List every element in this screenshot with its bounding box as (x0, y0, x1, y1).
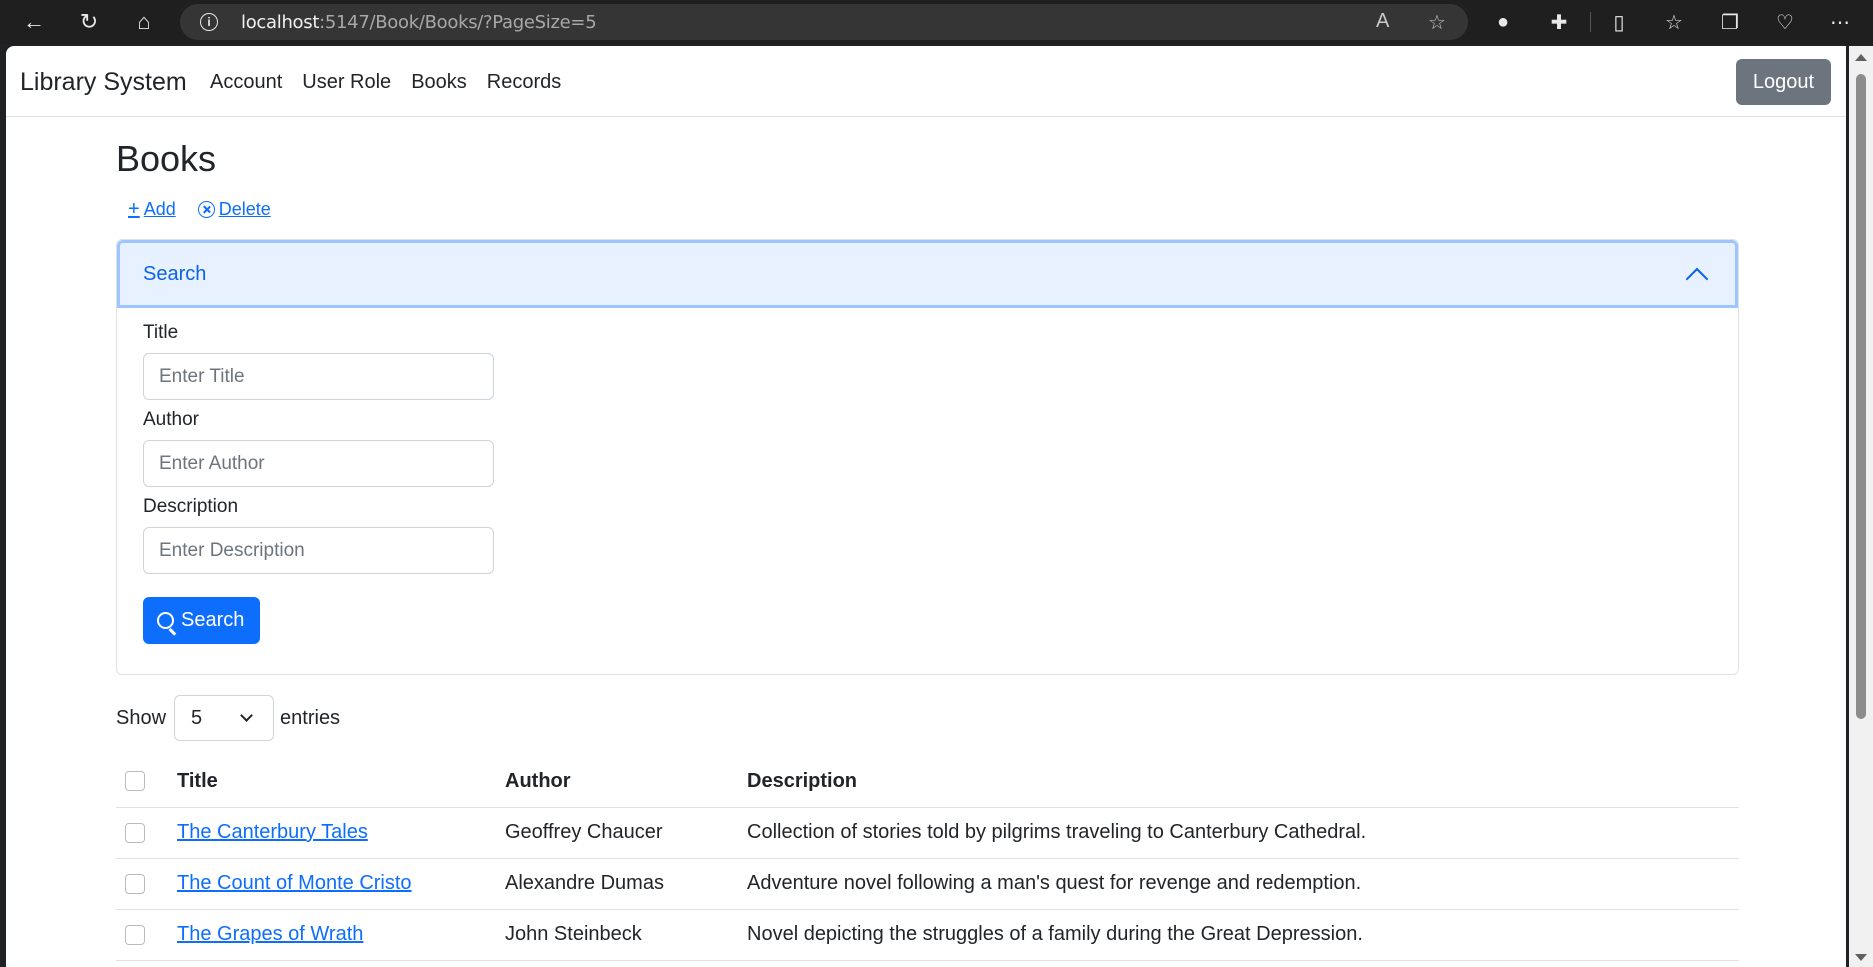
page-scrollbar[interactable] (1849, 46, 1873, 967)
browser-toolbar: ← ↻ ⌂ i localhost:5147/Book/Books/?PageS… (0, 0, 1873, 44)
chevron-down-icon (240, 709, 253, 722)
book-description: Adventure novel following a man's quest … (747, 858, 1739, 910)
header-description: Description (747, 756, 1739, 808)
search-icon (157, 612, 174, 629)
title-input[interactable] (143, 353, 494, 400)
book-author: John Steinbeck (505, 909, 747, 961)
nav-records[interactable]: Records (487, 71, 561, 94)
profile-extension-icon[interactable]: ● (1487, 6, 1519, 38)
nav-account[interactable]: Account (210, 71, 282, 94)
table-header-row: Title Author Description (116, 756, 1739, 808)
url-text[interactable]: localhost:5147/Book/Books/?PageSize=5 (241, 12, 597, 33)
split-screen-icon[interactable]: ▯ (1603, 6, 1635, 38)
delete-link[interactable]: Delete (197, 199, 271, 220)
scroll-down-arrow-icon[interactable] (1855, 954, 1867, 961)
search-button[interactable]: Search (143, 597, 260, 644)
brand-link[interactable]: Library System (20, 68, 187, 97)
search-accordion-title: Search (143, 263, 207, 285)
toolbar-divider (1590, 12, 1591, 32)
scroll-up-arrow-icon[interactable] (1855, 54, 1867, 61)
description-label: Description (143, 496, 239, 517)
description-input[interactable] (143, 527, 494, 574)
back-icon[interactable]: ← (18, 6, 50, 38)
row-checkbox[interactable] (125, 822, 145, 843)
book-description: Collection of stories told by pilgrims t… (747, 807, 1739, 859)
read-aloud-icon[interactable]: A (1376, 10, 1389, 33)
row-checkbox[interactable] (125, 924, 145, 945)
table-row: The Grapes of Wrath John Steinbeck Novel… (116, 909, 1739, 961)
row-checkbox[interactable] (125, 873, 145, 894)
entries-label: entries (280, 706, 341, 729)
page-size-value: 5 (191, 706, 203, 729)
top-navbar: Library System Account User Role Books R… (6, 46, 1846, 117)
page-size-select[interactable]: 5 (174, 695, 275, 741)
home-icon[interactable]: ⌂ (128, 6, 160, 38)
collections-icon[interactable]: ❐ (1714, 6, 1746, 38)
show-label: Show (116, 706, 167, 729)
extensions-icon[interactable]: ✚ (1543, 6, 1575, 38)
table-row: The Canterbury Tales Geoffrey Chaucer Co… (116, 807, 1739, 859)
scrollbar-thumb[interactable] (1856, 74, 1866, 719)
logout-button[interactable]: Logout (1736, 59, 1831, 105)
page-size-control: Show 5 entries (116, 695, 340, 741)
nav-books[interactable]: Books (411, 71, 467, 94)
address-bar[interactable]: i localhost:5147/Book/Books/?PageSize=5 … (180, 4, 1468, 40)
header-title: Title (177, 756, 505, 808)
x-circle-icon (197, 201, 215, 218)
nav-links: Account User Role Books Records (210, 71, 581, 94)
plus-icon: + (128, 198, 140, 220)
author-label: Author (143, 409, 199, 430)
book-title-link[interactable]: The Grapes of Wrath (177, 923, 363, 945)
site-info-icon[interactable]: i (200, 13, 218, 31)
book-description: Novel depicting the struggles of a famil… (747, 909, 1739, 961)
more-menu-icon[interactable]: ⋯ (1824, 6, 1856, 38)
search-accordion: Search Title Author Description Search (116, 239, 1739, 675)
nav-user-role[interactable]: User Role (302, 71, 391, 94)
table-row: The Count of Monte Cristo Alexandre Duma… (116, 858, 1739, 910)
book-author: Geoffrey Chaucer (505, 807, 747, 859)
favorite-star-icon[interactable]: ☆ (1428, 10, 1446, 35)
book-title-link[interactable]: The Count of Monte Cristo (177, 872, 412, 894)
chevron-up-icon (1685, 267, 1709, 291)
book-title-link[interactable]: The Canterbury Tales (177, 821, 368, 843)
title-label: Title (143, 322, 179, 343)
page-viewport: Library System Account User Role Books R… (6, 46, 1846, 967)
search-accordion-header[interactable]: Search (117, 240, 1738, 308)
add-link[interactable]: + Add (128, 198, 176, 221)
browser-essentials-icon[interactable]: ♡ (1769, 6, 1801, 38)
favorites-icon[interactable]: ☆ (1658, 6, 1690, 38)
book-author: Alexandre Dumas (505, 858, 747, 910)
books-table: Title Author Description The Canterbury … (116, 756, 1739, 961)
select-all-checkbox[interactable] (125, 771, 145, 792)
action-links: + Add Delete (128, 198, 293, 221)
author-input[interactable] (143, 440, 494, 487)
header-author: Author (505, 756, 747, 808)
page-title: Books (116, 138, 217, 179)
reload-icon[interactable]: ↻ (73, 6, 105, 38)
